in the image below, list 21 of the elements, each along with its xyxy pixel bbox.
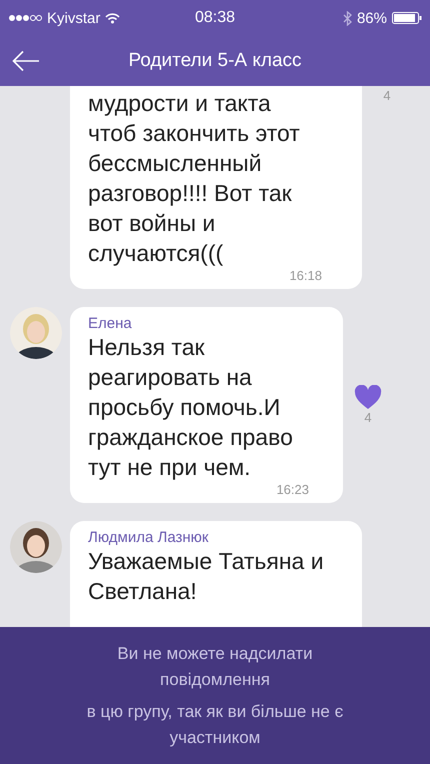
message-text: Нельзя так реагировать на просьбу помочь.И гражданское право тут не при чем.	[88, 333, 294, 482]
bluetooth-icon	[342, 10, 352, 26]
message-time: 16:23	[275, 482, 309, 497]
message-text: мудрости и такта чтоб закончить этот бессмысленный разговор!!!! Вот так вот войны и случаются(((	[88, 89, 301, 268]
message-text: Уважаемые Татьяна и Светлана!	[88, 547, 325, 606]
notice-text: Ви не можете надсилати повідомлення	[116, 642, 314, 690]
like-count: 4	[364, 410, 372, 425]
clock: 08:38	[194, 9, 236, 27]
notice-text: в цю групу, так як ви більше не є участником	[86, 700, 344, 748]
carrier-name: Kyivstar	[47, 10, 100, 26]
battery-icon	[392, 12, 422, 24]
wifi-icon	[105, 12, 120, 24]
signal-icon	[8, 14, 42, 22]
chat-title: Родители 5-А класс	[127, 50, 303, 72]
like-count: 4	[383, 88, 391, 103]
message-time: 16:18	[288, 268, 322, 283]
sender-name: Елена	[88, 315, 133, 332]
battery-percent: 86%	[356, 10, 387, 26]
back-arrow-icon[interactable]	[12, 50, 40, 72]
sender-name: Людмила Лазнюк	[88, 529, 210, 546]
heart-icon[interactable]	[354, 385, 382, 410]
